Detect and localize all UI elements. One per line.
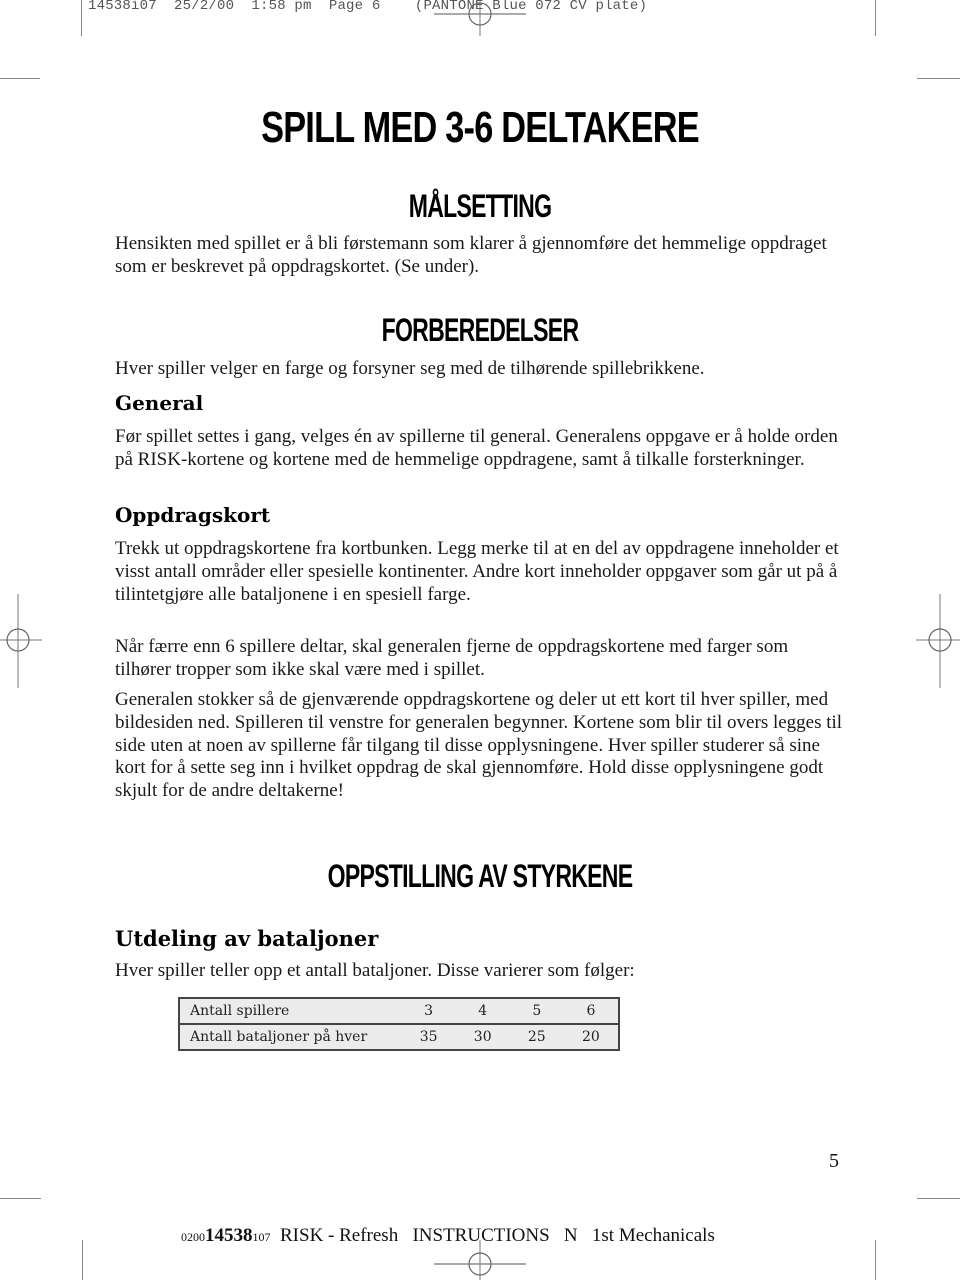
table-row: Antall bataljoner på hver 35 30 25 20 [179,1023,619,1050]
utdeling-text: Hver spiller teller opp et antall batalj… [115,960,635,981]
crop-mark [917,1198,960,1199]
oppdragskort-paragraph: Generalen stokker så de gjenværende oppd… [115,689,843,802]
footer-code-prefix: 0200 [181,1230,205,1244]
general-text: Før spillet settes i gang, velges én av … [115,426,838,470]
registration-mark-right-icon [916,592,960,692]
table-cell: 35 [401,1023,456,1050]
registration-mark-top-icon [432,0,528,40]
crop-mark [875,1240,876,1280]
forberedelser-text: Hver spiller velger en farge og forsyner… [115,358,705,379]
registration-mark-left-icon [0,592,44,692]
oppdragskort-paragraph: Når færre enn 6 spillere deltar, skal ge… [115,636,789,680]
heading-forberedelser: FORBEREDELSER [381,312,579,348]
malsetting-text: Hensikten med spillet er å bli førsteman… [115,233,827,277]
subheading-general: General [115,391,204,415]
heading-oppstilling: OPPSTILLING AV STYRKENE [327,858,633,894]
page-title: SPILL MED 3-6 DELTAKERE [261,103,700,152]
table-row-label: Antall spillere [190,1003,290,1019]
print-slug: 14538i07 25/2/00 1:58 pm Page 6 (PANTONE… [88,0,648,14]
table-cell: 5 [532,1003,542,1019]
print-footer: 020014538107 RISK - Refresh INSTRUCTIONS… [181,1225,715,1247]
page-number: 5 [829,1150,839,1172]
footer-code-suffix: 107 [252,1230,271,1244]
table-cell: 4 [478,1003,488,1019]
crop-mark [0,1198,41,1199]
table-row: Antall spillere 3 4 5 6 [179,998,619,1024]
heading-malsetting: MÅLSETTING [408,188,552,224]
battalion-table: Antall spillere 3 4 5 6 Antall bataljone… [178,997,620,1051]
crop-mark [0,78,40,79]
subheading-oppdragskort: Oppdragskort [115,503,271,527]
subheading-utdeling: Utdeling av bataljoner [115,926,379,951]
crop-mark [82,1240,83,1280]
table-row-label: Antall bataljoner på hver [179,1023,402,1050]
footer-text: RISK - Refresh INSTRUCTIONS N 1st Mechan… [270,1225,715,1246]
table-cell: 3 [424,1003,434,1019]
footer-code-main: 14538 [205,1225,253,1246]
table-cell: 30 [455,1023,510,1050]
crop-mark [917,78,960,79]
table-cell: 20 [563,1023,619,1050]
crop-mark [81,0,82,36]
table-cell: 25 [509,1023,564,1050]
crop-mark [875,0,876,36]
table-cell: 6 [586,1003,596,1019]
oppdragskort-paragraph: Trekk ut oppdragskortene fra kortbunken.… [115,538,839,605]
